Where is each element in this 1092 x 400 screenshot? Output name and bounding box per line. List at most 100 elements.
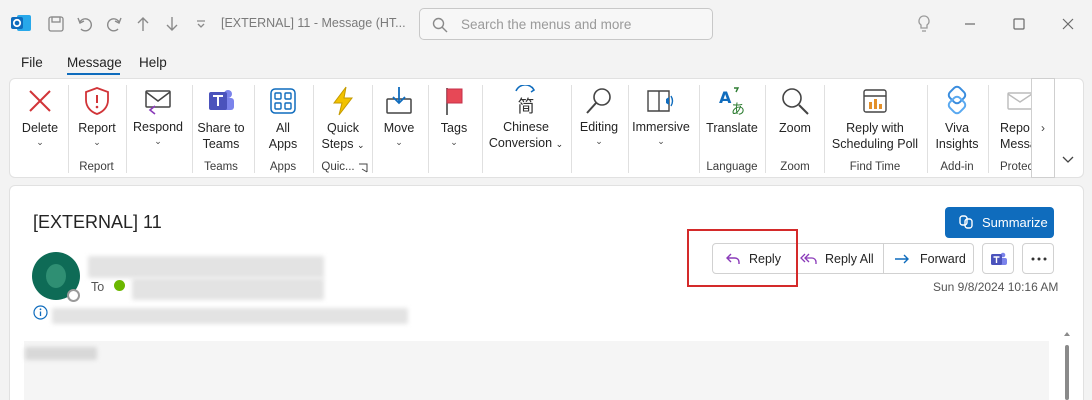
ribbon-separator [765,85,766,173]
scroll-up-icon[interactable] [1063,330,1071,338]
window-title: [EXTERNAL] 11 - Message (HT... [221,16,406,30]
quick-steps-label-1: Quick [327,121,359,135]
ribbon-separator [628,85,629,173]
lightning-icon [333,86,354,116]
close-icon[interactable] [1061,14,1075,34]
recipient-status-icon [114,280,125,291]
sender-name-redacted [88,256,324,278]
search-box[interactable]: Search the menus and more [419,8,713,40]
share-to-teams-label-2: Teams [202,137,240,151]
maximize-icon[interactable] [1012,14,1026,34]
reply-scheduling-label-2: Scheduling Poll [831,137,919,151]
ribbon-separator [482,85,483,173]
respond-label: Respond [132,120,184,134]
more-icon [1031,257,1047,261]
zoom-label: Zoom [779,121,811,135]
respond-button[interactable]: Respond ⌄ [129,79,187,179]
ribbon-separator [571,85,572,173]
tags-button[interactable]: Tags ⌄ [431,79,477,179]
reply-all-icon [800,253,817,264]
ribbon-separator [699,85,700,173]
message-body [24,341,1049,400]
group-label-language: Language [706,161,758,173]
chinese-conversion-button[interactable]: 简 Chinese Conversion ⌄ [486,79,566,179]
summarize-button[interactable]: Summarize [945,207,1054,238]
active-tab-indicator [67,73,120,75]
apps-grid-icon [270,88,296,114]
recipient-redacted [132,278,324,300]
tab-file[interactable]: File [21,55,43,70]
teams-icon [991,252,1007,265]
chevron-down-icon: ⌄ [450,137,458,147]
ribbon-separator [68,85,69,173]
forward-icon [895,254,909,264]
group-label-report: Report [79,161,114,173]
report-label: Report [78,121,116,135]
delete-button[interactable]: Delete ⌄ [13,79,67,179]
forward-label: Forward [920,252,966,266]
group-label-add-in: Add-in [940,161,974,173]
ribbon-more-button[interactable]: › [1031,78,1055,178]
arrow-down-icon[interactable] [164,12,180,36]
move-label: Move [383,121,415,135]
move-button[interactable]: Move ⌄ [376,79,422,179]
tab-help[interactable]: Help [139,55,167,70]
svg-text:简: 简 [518,97,535,117]
forward-button[interactable]: Forward [883,243,974,274]
minimize-icon[interactable] [963,14,977,34]
flag-icon [446,88,463,115]
viva-label-1: Viva [944,121,970,135]
copilot-icon [959,215,973,229]
summarize-label: Summarize [982,215,1048,230]
customize-toolbar-icon[interactable] [195,12,207,36]
redo-icon[interactable] [105,12,123,36]
viva-insights-icon [947,85,967,115]
teams-chat-button[interactable] [982,243,1014,274]
report-message-label-1: Repo [1000,121,1030,135]
ribbon-separator [988,85,989,173]
delete-label: Delete [21,121,59,135]
info-icon[interactable] [33,305,48,320]
report-message-label-2: Messa [1000,137,1032,151]
editing-label: Editing [579,120,619,134]
body-text-redacted [25,347,97,360]
more-actions-button[interactable] [1022,243,1054,274]
scrollbar-thumb[interactable] [1065,345,1069,400]
translate-icon: A あ [719,87,745,117]
chevron-down-icon: ⌄ [36,137,44,147]
presence-status-icon [67,289,80,302]
report-message-icon [1007,92,1032,110]
tags-label: Tags [440,121,468,135]
shield-alert-icon [85,87,109,115]
title-bar: [EXTERNAL] 11 - Message (HT... Search th… [0,0,1092,48]
immersive-reader-icon [647,90,674,112]
respond-icon [145,90,171,115]
svg-text:あ: あ [731,102,745,117]
reply-all-label: Reply All [825,252,874,266]
ribbon-separator [192,85,193,173]
tab-message[interactable]: Message [67,55,122,70]
translate-label: Translate [706,121,758,135]
undo-icon[interactable] [76,12,94,36]
chevron-down-icon: ⌄ [657,136,665,146]
chinese-conversion-icon: 简 [515,85,536,117]
editing-button[interactable]: Editing ⌄ [574,79,624,179]
ribbon-collapse-button[interactable] [1062,155,1074,167]
chevron-down-icon: ⌄ [93,137,101,147]
chinese-conversion-label-2: Conversion [488,136,553,150]
ribbon-separator [927,85,928,173]
immersive-label: Immersive [632,120,690,134]
save-icon[interactable] [47,12,65,36]
dialog-launcher-icon[interactable] [358,163,368,173]
all-apps-label-1: All [276,121,290,135]
reply-all-button[interactable]: Reply All [791,243,884,274]
immersive-button[interactable]: Immersive ⌄ [630,79,692,179]
ribbon: Delete ⌄ Report ⌄ Report Respond ⌄ Share to… [9,78,1084,178]
delete-icon [29,90,51,112]
message-timestamp: Sun 9/8/2024 10:16 AM [933,280,1059,294]
chevron-down-icon: ⌄ [356,140,365,150]
magnifier-icon [586,88,611,114]
arrow-up-icon[interactable] [135,12,151,36]
message-subject: [EXTERNAL] 11 [33,212,162,232]
lightbulb-icon[interactable] [917,14,931,34]
